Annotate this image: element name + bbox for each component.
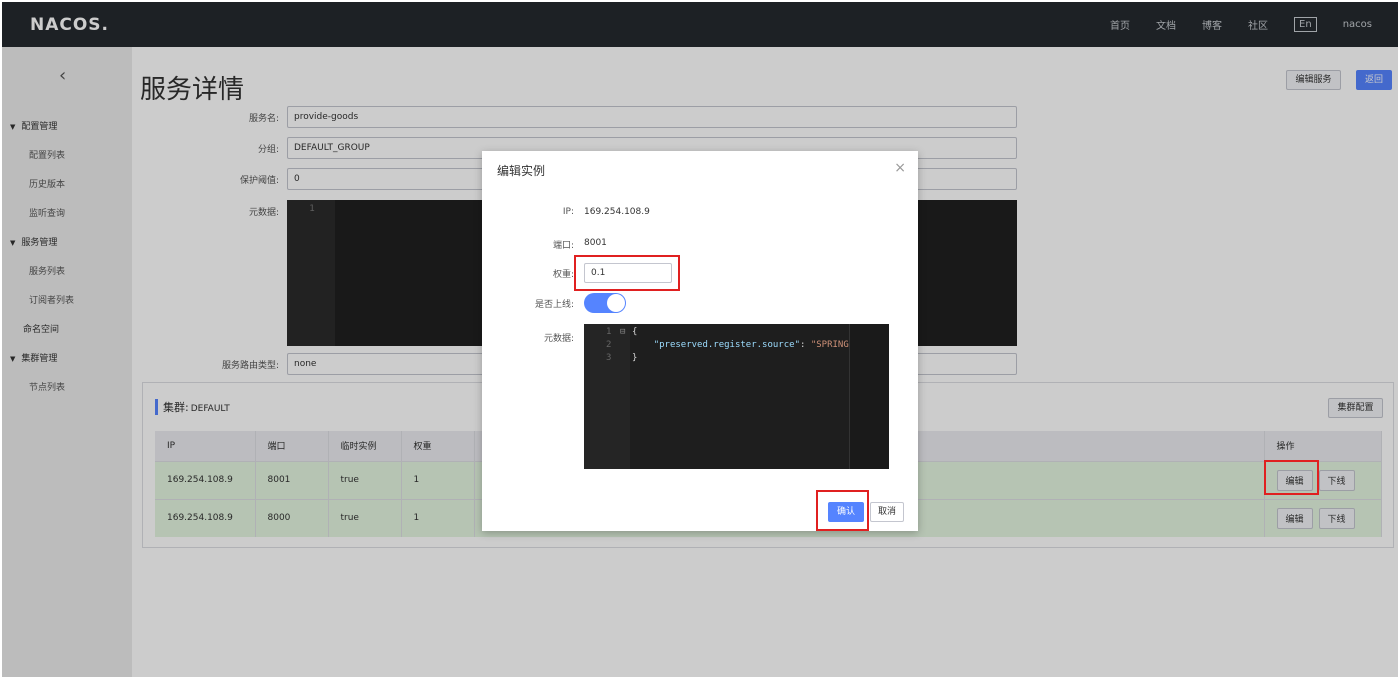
code-line: 2 "preserved.register.source": "SPRING (584, 339, 889, 352)
highlight-confirm-button (816, 490, 869, 531)
online-toggle[interactable] (584, 293, 626, 313)
line-number: 2 (606, 340, 612, 350)
edit-instance-dialog: 编辑实例 × IP: 169.254.108.9 端口: 8001 权重: 0.… (482, 151, 918, 531)
code-text: { (632, 327, 638, 337)
code-sep: : (800, 340, 811, 350)
code-line: 3 } (584, 352, 889, 365)
browser-frame: NACOS. 首页 文档 博客 社区 En nacos ‹ ▼ 配置管理 配置列表… (2, 2, 1398, 677)
code-text: "preserved.register.source": "SPRING (632, 339, 849, 352)
ip-value: 169.254.108.9 (584, 207, 650, 217)
online-label: 是否上线: (534, 300, 574, 310)
close-icon[interactable]: × (894, 160, 906, 176)
dialog-title: 编辑实例 (497, 164, 546, 178)
code-value: "SPRING (810, 340, 849, 350)
highlight-weight-input (574, 255, 680, 291)
port-label: 端口: (552, 241, 574, 251)
toggle-knob (607, 294, 625, 312)
fold-icon[interactable]: ⊟ (620, 326, 625, 339)
port-value: 8001 (584, 238, 607, 248)
ip-label: IP: (562, 207, 574, 217)
code-text: } (632, 353, 638, 363)
metadata-label: 元数据: (543, 334, 574, 344)
metadata-code-editor[interactable]: 1 ⊟ { 2 "preserved.register.source": "SP… (584, 324, 889, 469)
cancel-button[interactable]: 取消 (870, 502, 904, 522)
code-line: 1 ⊟ { (584, 326, 889, 339)
code-key: "preserved.register.source" (653, 340, 800, 350)
line-number: 3 (606, 353, 612, 363)
editor-minimap[interactable] (849, 324, 889, 469)
line-number: 1 (606, 327, 612, 337)
weight-label: 权重: (552, 270, 574, 280)
highlight-edit-button (1264, 460, 1319, 495)
